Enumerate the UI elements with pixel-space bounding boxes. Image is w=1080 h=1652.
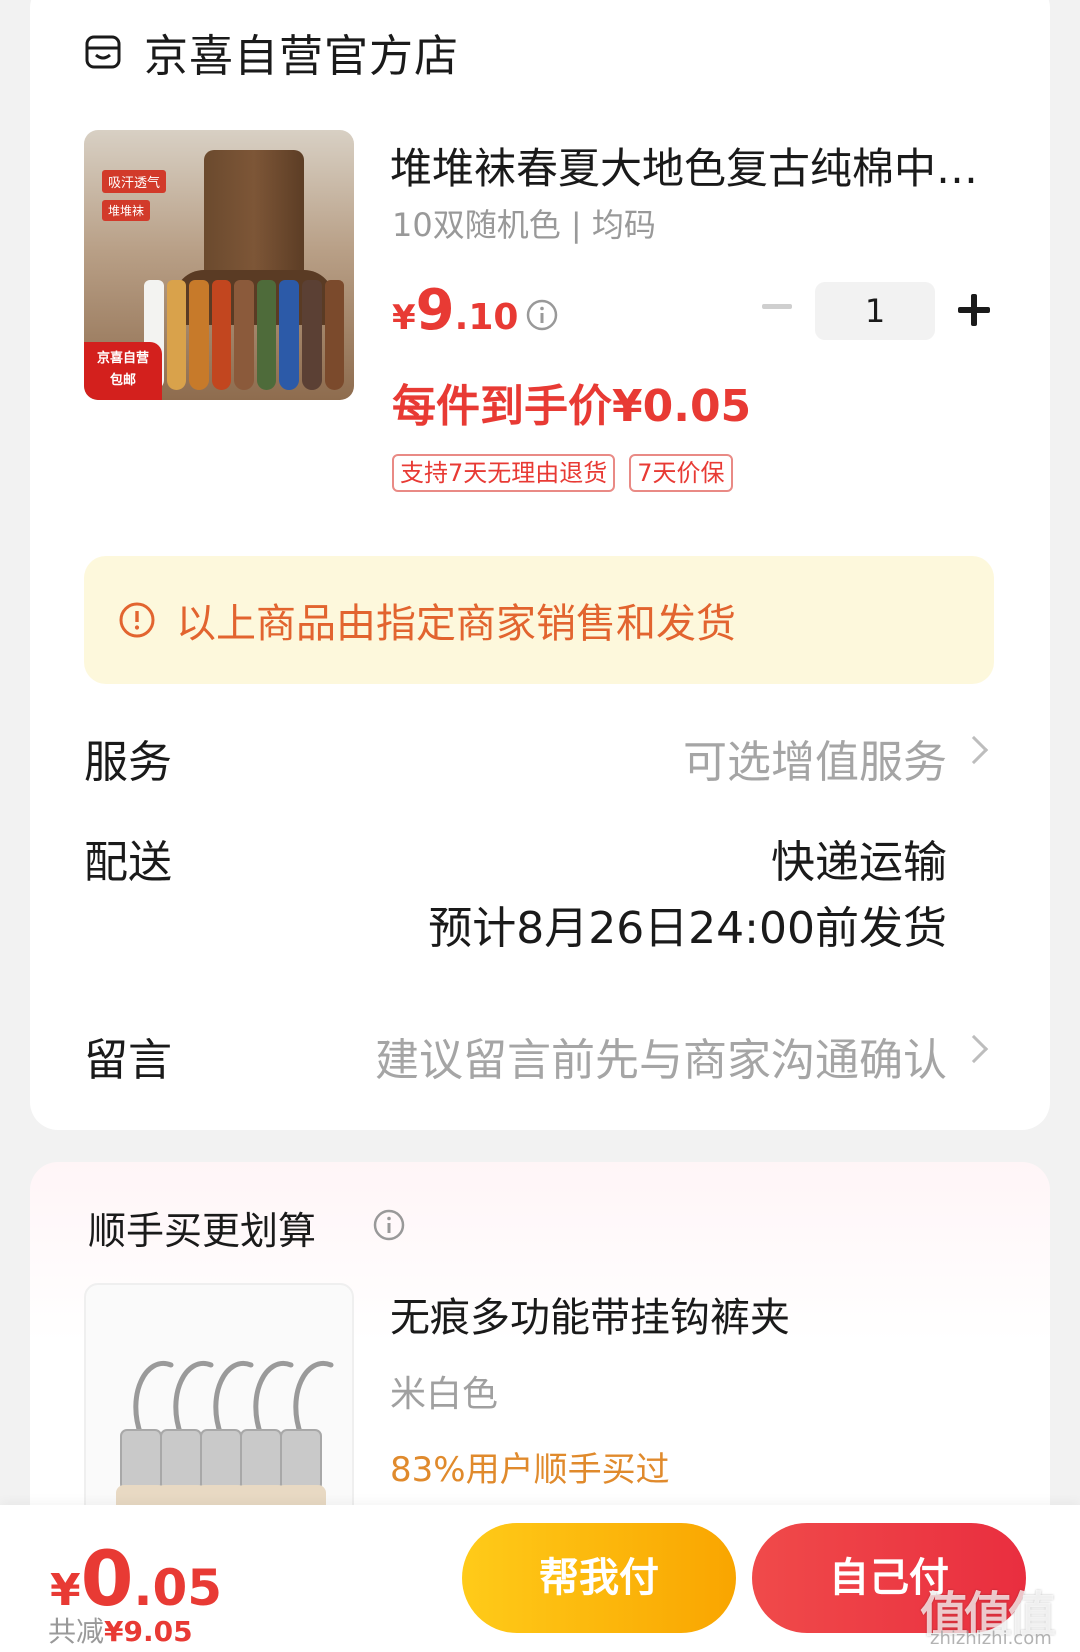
help-me-pay-button[interactable]: 帮我付 <box>462 1523 736 1633</box>
info-circle-icon <box>119 602 155 638</box>
image-badge: 京喜自营 包邮 <box>84 342 162 400</box>
price-info-icon[interactable] <box>525 298 559 332</box>
service-value[interactable]: 可选增值服务 <box>683 726 947 790</box>
total-savings: 共减¥9.05 <box>48 1615 193 1648</box>
message-input[interactable]: 建议留言前先与商家沟通确认 <box>375 1024 947 1088</box>
shop-header[interactable]: 京喜自营官方店 <box>84 22 459 82</box>
delivery-label: 配送 <box>84 837 172 888</box>
quantity-input[interactable]: 1 <box>815 282 935 340</box>
recommend-title: 顺手买更划算 <box>88 1209 317 1253</box>
delivery-method: 快递运输 <box>771 837 947 888</box>
tag-return-policy: 支持7天无理由退货 <box>392 454 616 492</box>
tag-price-protect: 7天价保 <box>629 454 733 492</box>
delivery-eta: 预计8月26日24:00前发货 <box>428 903 947 954</box>
quantity-decrease-button[interactable] <box>762 304 792 309</box>
image-tag-name: 堆堆袜 <box>102 200 151 221</box>
notice-text: 以上商品由指定商家销售和发货 <box>176 601 736 647</box>
watermark-url: zhizhizhi.com <box>930 1628 1052 1649</box>
product-title[interactable]: 堆堆袜春夏大地色复古纯棉中筒袜 <box>390 135 980 196</box>
product-tags: 支持7天无理由退货 7天价保 <box>392 454 733 492</box>
recommend-info-icon[interactable] <box>372 1208 406 1242</box>
product-price: ¥ 9 .10 <box>392 278 519 343</box>
recommend-item-image[interactable] <box>84 1283 354 1543</box>
recommend-item-color: 米白色 <box>390 1374 499 1415</box>
service-label: 服务 <box>84 737 172 788</box>
message-label: 留言 <box>84 1035 172 1086</box>
product-image[interactable]: 堆堆袜 吸汗透气 京喜自营 包邮 <box>84 130 354 400</box>
seller-notice: 以上商品由指定商家销售和发货 <box>84 556 994 684</box>
shop-icon <box>85 35 121 69</box>
final-unit-price: 每件到手价¥0.05 <box>392 381 752 432</box>
recommend-item-rate: 83%用户顺手买过 <box>390 1450 670 1490</box>
shop-name: 京喜自营官方店 <box>144 31 459 82</box>
recommend-item-name[interactable]: 无痕多功能带挂钩裤夹 <box>390 1285 790 1343</box>
product-spec[interactable]: 10双随机色 | 均码 <box>392 200 656 246</box>
image-tag-feature: 吸汗透气 <box>102 170 167 193</box>
quantity-increase-button[interactable] <box>958 294 990 326</box>
